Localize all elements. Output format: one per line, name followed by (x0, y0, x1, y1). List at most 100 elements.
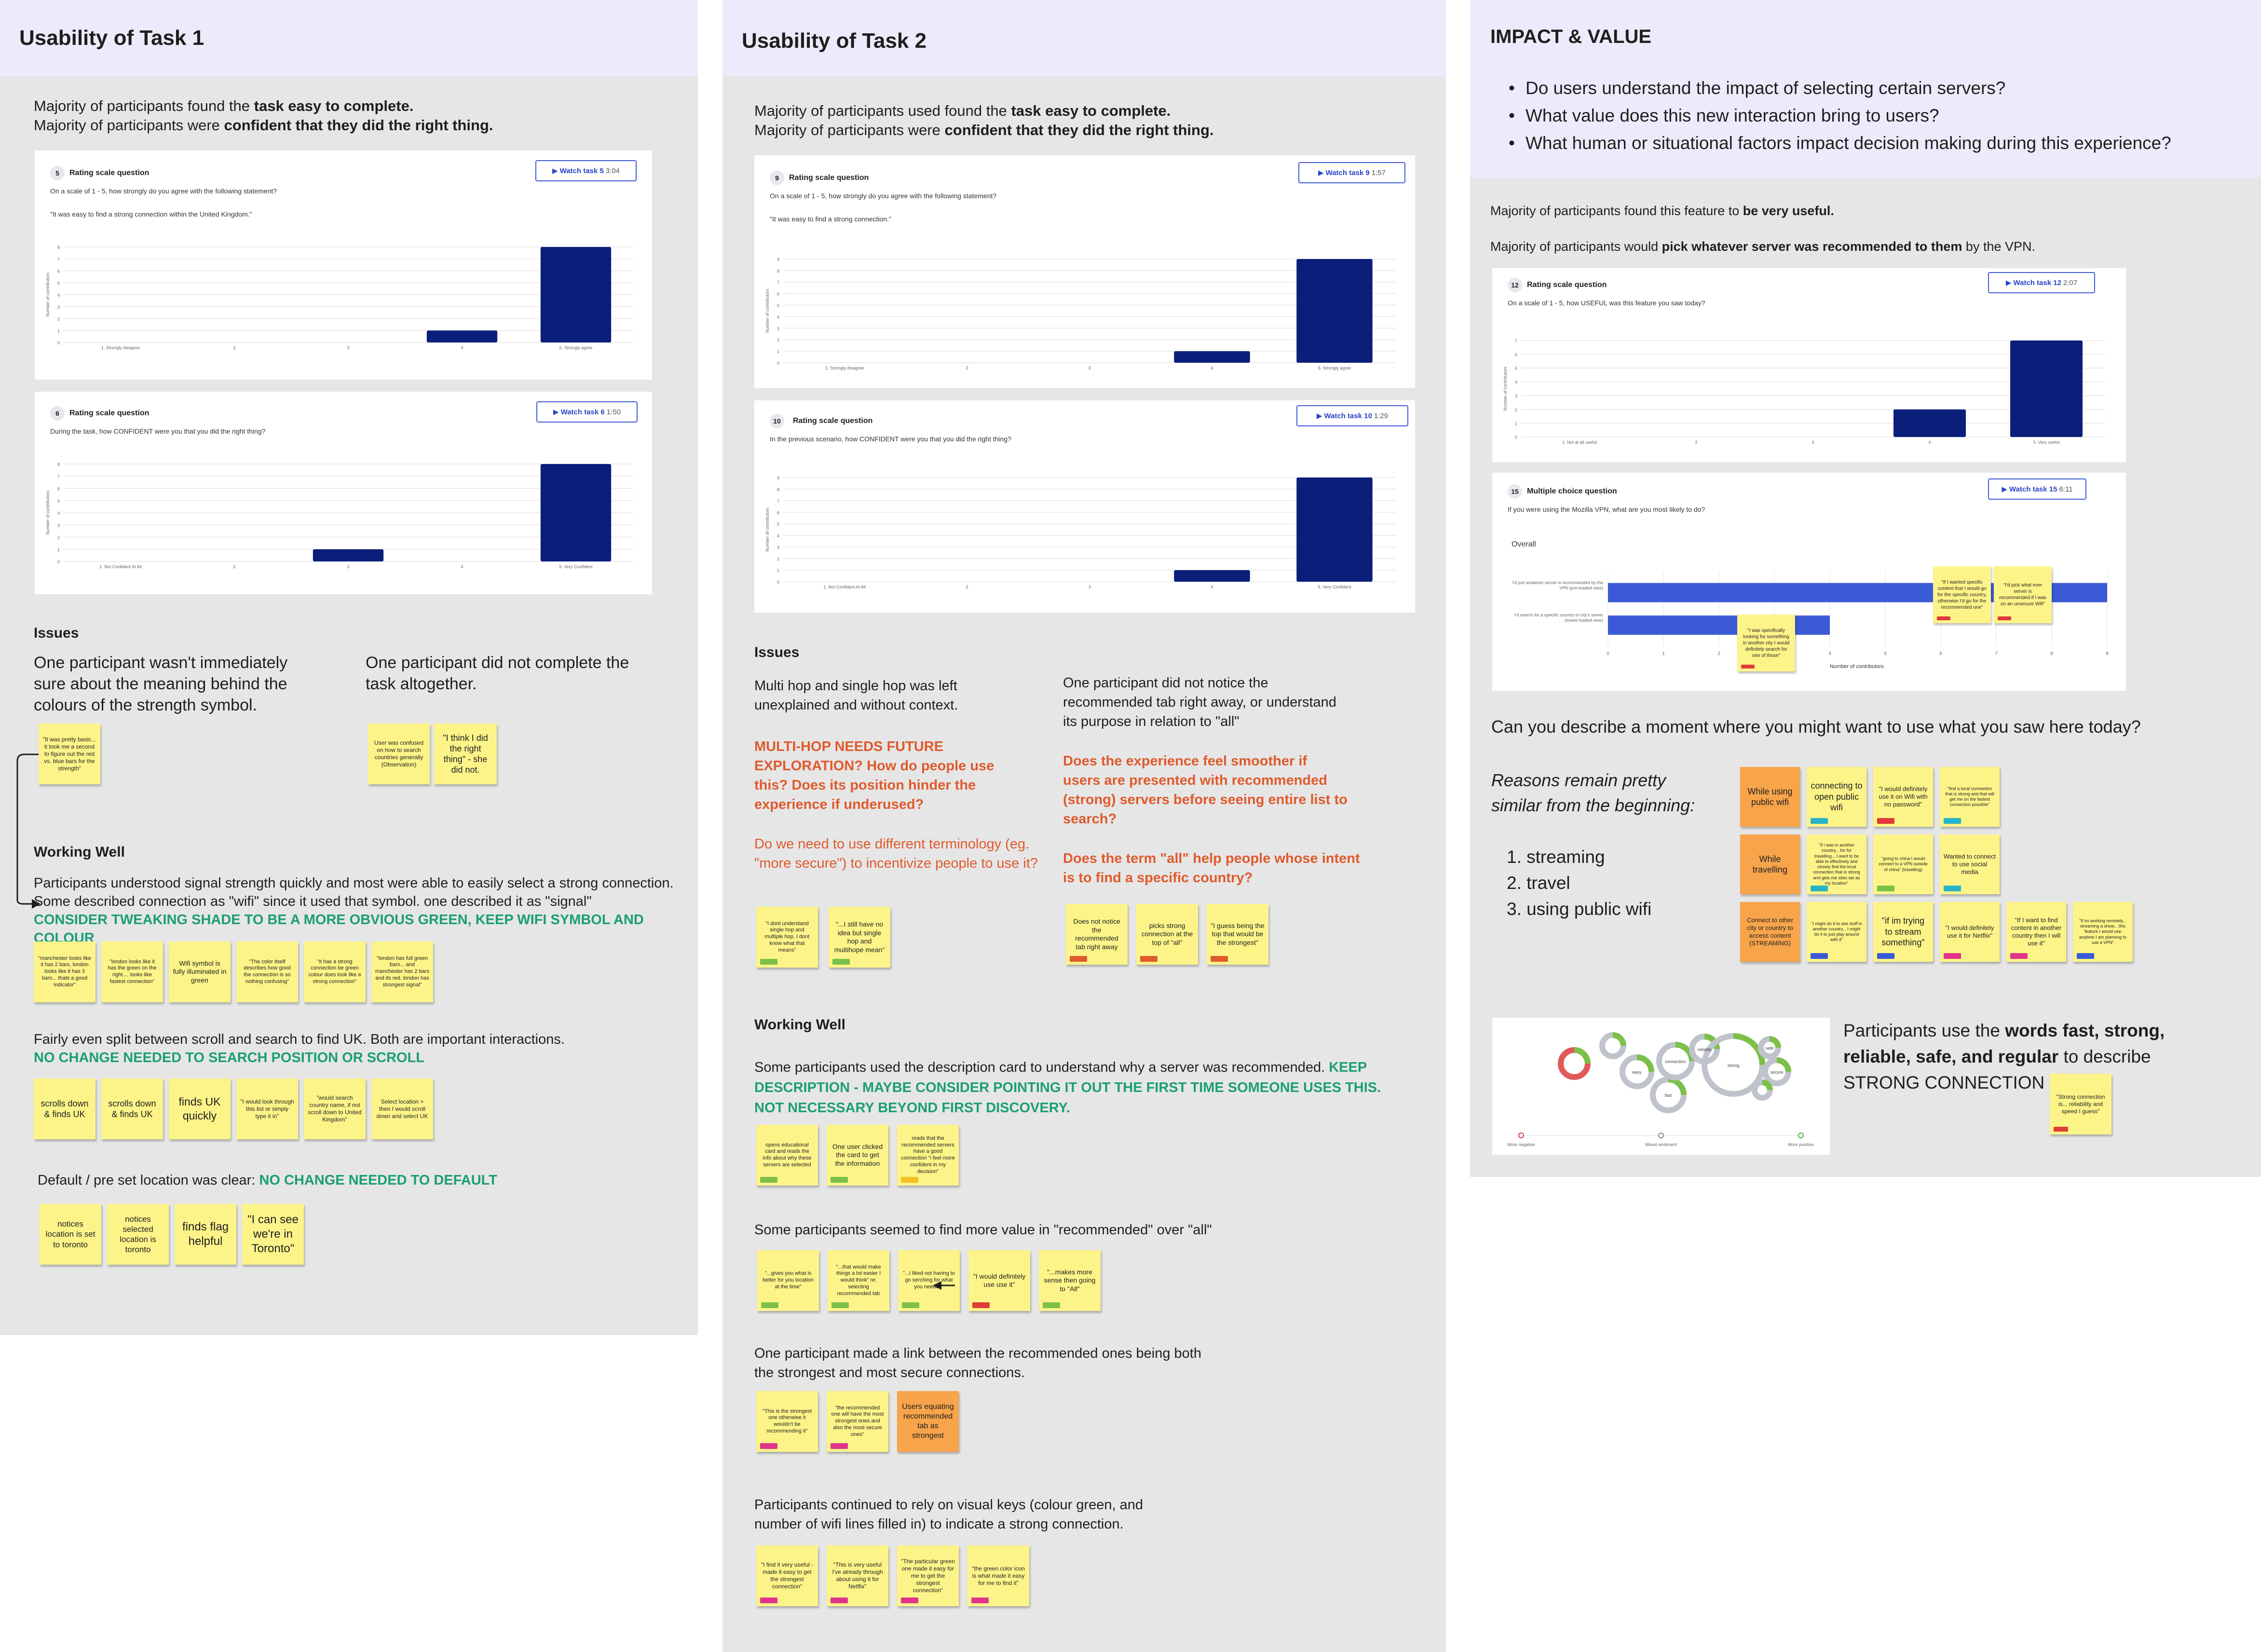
sticky-note[interactable]: "I find it very useful - made it easy to… (756, 1545, 818, 1606)
sticky-note[interactable]: picks strong connection at the top of "a… (1136, 904, 1198, 965)
sentiment-label: Mixed sentiment (1645, 1142, 1677, 1147)
x-tick-label: 3 (347, 345, 349, 350)
sticky-tag (760, 1177, 777, 1183)
sticky-note[interactable]: "If im working remotely... streaming a s… (2073, 902, 2133, 962)
sticky-note[interactable]: "I'd pick what ever server is recommende… (1994, 566, 2052, 623)
y-tick-label: 9 (777, 257, 779, 262)
impact-finding-1: Majority of participants found this feat… (1490, 204, 1834, 218)
impact-title: IMPACT & VALUE (1490, 26, 1652, 47)
x-tick-label: 5. Very useful (2033, 440, 2060, 445)
sticky-note[interactable]: "I would definitely use it for Netflix" (1940, 902, 2000, 962)
sticky-note[interactable]: "the green color icon is what made it ea… (967, 1545, 1029, 1606)
sticky-note[interactable]: User was confused on how to search count… (368, 724, 430, 784)
sticky-note[interactable]: "I can see we're in Toronto" (242, 1204, 304, 1265)
x-tick-label: 4 (1211, 585, 1213, 589)
bar (540, 247, 612, 342)
sticky-note[interactable]: One user clicked the card to get the inf… (827, 1125, 888, 1186)
sticky-note[interactable]: "...makes more sense then going to "All" (1039, 1250, 1101, 1311)
y-tick-label: 0 (777, 580, 779, 585)
sticky-note[interactable]: "london has full green bars... and manch… (371, 942, 433, 1002)
sticky-note[interactable]: "I was specifically looking for somethin… (1737, 614, 1795, 671)
x-tick-label: 3 (347, 564, 349, 569)
task1-issue-2: One participant did not complete the tas… (366, 654, 629, 693)
sticky-note[interactable]: "...that would make things a lot easier … (828, 1250, 889, 1311)
impact-header: IMPACT & VALUE • Do users understand the … (1470, 0, 2261, 177)
sticky-note[interactable]: "If I wanted specific content that I wou… (1933, 566, 1991, 623)
sentiment-marker (1658, 1133, 1664, 1138)
sticky-note[interactable]: "I might do it to see stuff in another c… (1807, 902, 1866, 962)
sticky-tag (1944, 953, 1961, 959)
sticky-note[interactable]: Wanted to connect to use social media (1940, 834, 2000, 894)
sticky-note[interactable]: "the recommended one will have the most … (827, 1391, 888, 1452)
y-tick-label: 8 (57, 245, 60, 250)
sticky-note[interactable]: "would search country name, if not scrol… (304, 1079, 366, 1139)
sticky-note[interactable]: "I would look through this list or simpl… (236, 1079, 298, 1139)
sticky-note[interactable]: Connect to other city or country to acce… (1740, 902, 1800, 962)
sticky-note[interactable]: While travelling (1740, 834, 1800, 894)
reasons-list: 1. streaming 2. travel 3. using public w… (1507, 847, 1652, 919)
bar (1174, 570, 1250, 582)
sticky-note[interactable]: "...gives you what is better for you loc… (757, 1250, 819, 1311)
sticky-note[interactable]: reads that the recommended servers have … (897, 1125, 959, 1186)
sticky-tag (1211, 956, 1228, 962)
sticky-note[interactable]: "The color itself describes how good the… (236, 942, 298, 1002)
sticky-note[interactable]: notices location is set to toronto (40, 1204, 101, 1265)
sticky-tag (1140, 956, 1158, 962)
sticky-note[interactable]: Users equating recommended tab as strong… (897, 1391, 959, 1452)
x-tick-label: 7 (1995, 651, 1998, 656)
sticky-note[interactable]: "if im trying to stream something" (1873, 902, 1933, 962)
sticky-note[interactable]: "going to china I would connect to a VPN… (1873, 834, 1933, 894)
bar (426, 330, 498, 342)
sticky-note[interactable]: "If I want to find content in another co… (2006, 902, 2066, 962)
sticky-note[interactable]: "I would definitely use it on Wifi with … (1873, 767, 1933, 827)
sticky-note[interactable]: opens educational card and reads the inf… (756, 1125, 818, 1186)
sticky-tag (2010, 953, 2028, 959)
reasons-heading: Reasons remain pretty similar from the b… (1491, 770, 1695, 815)
sticky-note[interactable]: scrolls down & finds UK (34, 1079, 95, 1139)
sticky-note[interactable]: "london looks like it has the green on t… (101, 942, 163, 1002)
y-tick-label: 4 (777, 533, 779, 538)
y-tick-label: 7 (57, 474, 60, 479)
y-tick-label: 1 (777, 349, 779, 354)
sticky-note[interactable]: "...I still have no idea but single hop … (829, 907, 890, 968)
sticky-note[interactable]: "This is the strongest one otherwise it … (756, 1391, 818, 1452)
x-tick-label: 2 (966, 585, 968, 589)
sticky-note[interactable]: scrolls down & finds UK (101, 1079, 163, 1139)
sticky-tag (901, 1597, 918, 1603)
sticky-note[interactable]: "If i was in another country... for for … (1807, 834, 1866, 894)
sticky-note[interactable]: "I dont understand single hop and multip… (756, 907, 818, 968)
sticky-note[interactable]: Select location > then I would scroll do… (371, 1079, 433, 1139)
sticky-note[interactable]: Wifi symbol is fully illuminated in gree… (169, 942, 231, 1002)
x-tick-label: 5. Very Confident (559, 564, 593, 569)
sticky-note[interactable]: connecting to open public wifi (1807, 767, 1866, 827)
sticky-note[interactable]: "It has a strong connection be green col… (304, 942, 366, 1002)
sticky-note[interactable]: Does not notice the recommended tab righ… (1066, 904, 1128, 965)
x-tick-label: 4 (1211, 366, 1213, 370)
sticky-note[interactable]: While using public wifi (1740, 767, 1800, 827)
y-tick-label: 0 (1515, 435, 1517, 440)
sentiment-marker (1798, 1133, 1804, 1138)
y-tick-label: 5 (777, 303, 779, 308)
sticky-note[interactable]: "I guess being the top that would be the… (1207, 904, 1268, 965)
task1-issue-1: One participant wasn't immediately sure … (34, 654, 288, 714)
y-tick-label: 0 (57, 341, 60, 345)
sticky-note[interactable]: "It was pretty basic... it took me a sec… (39, 724, 100, 784)
sticky-note[interactable]: "manchester looks like it has 2 bars, lo… (34, 942, 95, 1002)
sticky-note[interactable]: finds flag helpful (175, 1204, 236, 1265)
sticky-note[interactable]: finds UK quickly (169, 1079, 231, 1139)
sticky-tag (760, 1597, 777, 1603)
x-tick-label: 1. Not Confident At All (823, 585, 866, 589)
y-tick-label: 4 (777, 314, 779, 319)
sticky-tag (760, 1443, 777, 1449)
sticky-note[interactable]: "The particular green one made it easy f… (897, 1545, 959, 1606)
sticky-note[interactable]: "I would definitely use use it" (968, 1250, 1030, 1311)
sticky-note[interactable]: "This is very useful I've already throug… (827, 1545, 888, 1606)
sticky-note[interactable]: notices selected location is toronto (107, 1204, 169, 1265)
x-tick-label: 3 (1088, 366, 1090, 370)
impact-finding-2: Majority of participants would pick what… (1490, 239, 2035, 254)
sticky-note[interactable]: "I think I did the right thing" - she di… (434, 724, 497, 784)
word-bubble-positive-arc (1612, 1032, 1626, 1046)
sticky-note[interactable]: "Strong connection is... reliability and… (2050, 1074, 2111, 1134)
bubble-word: safe (1765, 1046, 1773, 1051)
sticky-note[interactable]: "find a local connection that is strong … (1940, 767, 2000, 827)
